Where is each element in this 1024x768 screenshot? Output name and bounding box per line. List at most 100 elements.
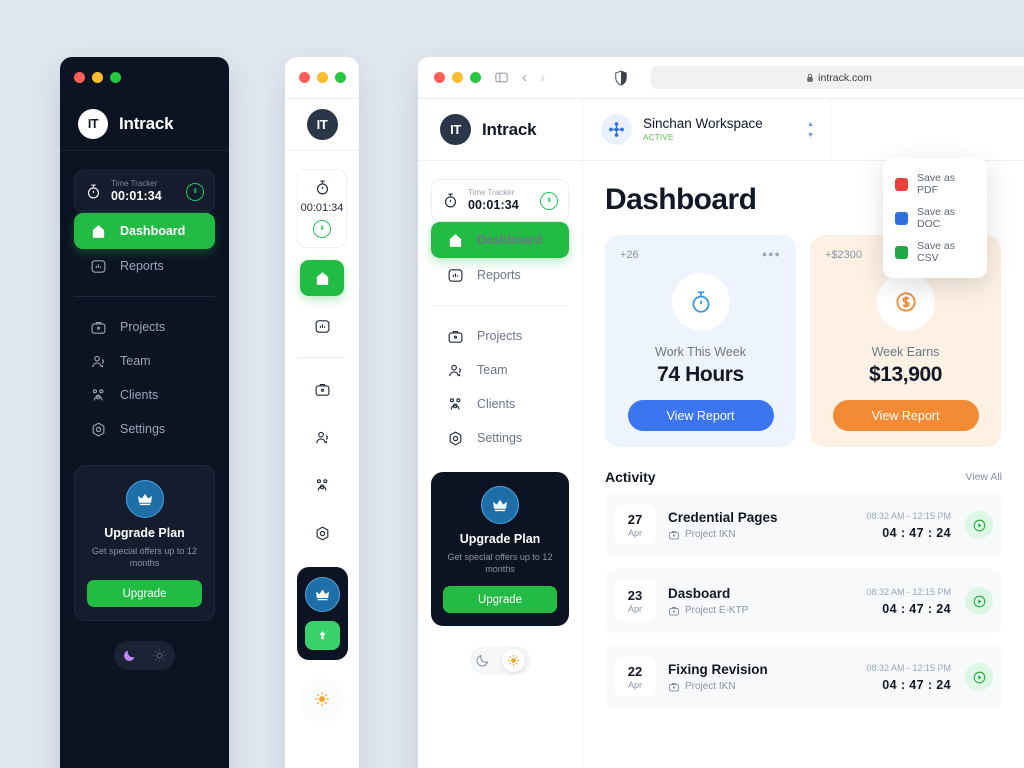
back-button[interactable]: ‹ xyxy=(522,70,527,85)
sun-icon[interactable] xyxy=(152,648,167,663)
rail-upgrade-button[interactable] xyxy=(304,621,340,650)
rail-time-tracker[interactable]: 00:01:34 ΙΙ xyxy=(297,169,347,248)
traffic-lights-rail[interactable] xyxy=(298,72,346,83)
rail-item-team[interactable] xyxy=(300,419,344,455)
time-tracker-widget[interactable]: Time Tracker 00:01:34 ΙΙ xyxy=(74,170,215,213)
table-row[interactable]: 23 Apr Dasboard Project E-KTP 08:32 AM -… xyxy=(605,569,1002,633)
tracker-text: Time Tracker 00:01:34 xyxy=(111,179,177,203)
theme-toggle-dark[interactable] xyxy=(114,641,175,671)
menu-label-pdf: Save as PDF xyxy=(917,172,955,196)
menu-item-save-csv[interactable]: Save as CSV xyxy=(883,235,987,269)
play-circle-icon[interactable] xyxy=(965,663,993,691)
sidebar-item-dashboard-browser[interactable]: Dashboard xyxy=(431,222,569,258)
reports-icon xyxy=(91,259,106,273)
workspace-status: ACTIVE xyxy=(643,133,674,143)
table-row[interactable]: 27 Apr Credential Pages Project IKN 08:3… xyxy=(605,493,1002,557)
clients-icon xyxy=(449,397,461,410)
upgrade-button-browser[interactable]: Upgrade xyxy=(443,586,557,614)
activity-project: Project E-KTP xyxy=(668,605,866,617)
rail-theme-toggle[interactable] xyxy=(303,680,341,718)
card-value: $13,900 xyxy=(868,363,943,386)
close-light-icon[interactable] xyxy=(298,72,310,83)
more-dots-icon[interactable]: ●●● xyxy=(762,249,781,259)
sidebar-toggle-icon[interactable] xyxy=(494,70,509,85)
crown-badge xyxy=(125,480,164,518)
app-brand-name: Intrack xyxy=(119,114,174,133)
stepper-down-icon[interactable]: ▼ xyxy=(807,132,814,139)
sidebar-item-clients[interactable]: Clients xyxy=(74,378,215,412)
export-menu[interactable]: Save as PDF Save as DOC Save as CSV xyxy=(883,158,987,278)
menu-item-save-doc[interactable]: Save as DOC xyxy=(883,201,987,235)
sun-icon[interactable] xyxy=(314,691,330,707)
table-row[interactable]: 22 Apr Fixing Revision Project IKN 08:32… xyxy=(605,645,1002,709)
activity-duration: 04 : 47 : 24 xyxy=(882,525,951,540)
close-light-icon[interactable] xyxy=(74,72,85,83)
app-top-bar: IT Intrack Sinchan Workspace ACTIVE ▲ ▼ xyxy=(418,99,1024,161)
stepper-up-icon[interactable]: ▲ xyxy=(807,121,814,128)
zoom-light-icon[interactable] xyxy=(110,72,121,83)
sidebar-item-dashboard[interactable]: Dashboard xyxy=(74,213,215,249)
moon-icon[interactable] xyxy=(475,653,490,668)
minimize-light-icon[interactable] xyxy=(92,72,103,83)
sidebar-item-projects[interactable]: Projects xyxy=(74,310,215,344)
view-report-button-earns[interactable]: View Report xyxy=(832,400,979,431)
url-bar[interactable]: intrack.com xyxy=(651,66,1024,89)
traffic-lights[interactable] xyxy=(74,72,121,83)
pdf-file-icon xyxy=(895,177,908,191)
upgrade-button[interactable]: Upgrade xyxy=(87,580,202,608)
time-tracker-widget-browser[interactable]: Time Tracker 00:01:34 ΙΙ xyxy=(431,179,569,222)
sidebar-item-reports-browser[interactable]: Reports xyxy=(431,258,569,292)
menu-item-save-pdf[interactable]: Save as PDF xyxy=(883,167,987,201)
play-circle-icon[interactable] xyxy=(965,587,993,615)
sidebar-item-reports[interactable]: Reports xyxy=(74,249,215,283)
shield-icon[interactable] xyxy=(614,69,628,86)
zoom-light-icon[interactable] xyxy=(334,72,346,83)
activity-title: Activity xyxy=(605,469,656,485)
upgrade-subtitle-browser: Get special offers up to 12 months xyxy=(447,552,553,575)
activity-project: Project IKN xyxy=(668,681,866,693)
sidebar-item-team[interactable]: Team xyxy=(74,344,215,378)
tracker-pause-button-browser[interactable]: ΙΙ xyxy=(540,191,558,210)
view-all-link[interactable]: View All xyxy=(965,471,1002,483)
sun-toggle-active[interactable] xyxy=(501,649,525,673)
theme-toggle-browser[interactable] xyxy=(469,646,531,676)
gear-hex-icon xyxy=(92,421,105,437)
moon-icon[interactable] xyxy=(122,648,137,663)
minimize-light-icon[interactable] xyxy=(452,72,463,83)
stepper-icon[interactable]: ▲ ▼ xyxy=(807,121,814,139)
traffic-lights-browser[interactable] xyxy=(434,72,481,83)
sidebar-item-projects-browser[interactable]: Projects xyxy=(431,319,569,353)
sidebar-label-clients-browser: Clients xyxy=(477,397,516,411)
dots-cluster-icon xyxy=(609,122,624,137)
forward-button[interactable]: › xyxy=(540,70,545,85)
upgrade-plan-card-browser: Upgrade Plan Get special offers up to 12… xyxy=(431,472,569,627)
rail-item-dashboard[interactable] xyxy=(300,260,344,296)
zoom-light-icon[interactable] xyxy=(470,72,481,83)
home-icon xyxy=(449,233,462,247)
minimize-light-icon[interactable] xyxy=(316,72,328,83)
workspace-switcher[interactable]: Sinchan Workspace ACTIVE ▲ ▼ xyxy=(583,99,831,160)
rail-item-reports[interactable] xyxy=(300,308,344,344)
rail-item-settings[interactable] xyxy=(300,515,344,551)
activity-times: 08:32 AM - 12:15 PM 04 : 47 : 24 xyxy=(866,511,965,540)
app-brand-browser: IT Intrack xyxy=(418,99,583,160)
sidebar-item-team-browser[interactable]: Team xyxy=(431,353,569,387)
play-icon xyxy=(973,671,985,683)
rail-pause-button[interactable]: ΙΙ xyxy=(313,220,331,238)
app-brand-name-browser: Intrack xyxy=(482,119,537,139)
activity-month: Apr xyxy=(627,680,642,690)
stopwatch-icon xyxy=(87,184,100,199)
tracker-value: 00:01:34 xyxy=(111,188,162,203)
rail-item-projects[interactable] xyxy=(300,371,344,407)
rail-brand: IT xyxy=(285,98,359,151)
tracker-pause-button[interactable]: ΙΙ xyxy=(186,182,204,201)
menu-label-doc: Save as DOC xyxy=(917,206,955,230)
sidebar-item-clients-browser[interactable]: Clients xyxy=(431,387,569,421)
play-circle-icon[interactable] xyxy=(965,511,993,539)
sidebar-item-settings-browser[interactable]: Settings xyxy=(431,421,569,455)
view-report-button-work[interactable]: View Report xyxy=(627,400,774,431)
home-icon xyxy=(316,271,328,285)
rail-item-clients[interactable] xyxy=(300,467,344,503)
close-light-icon[interactable] xyxy=(434,72,445,83)
sidebar-item-settings[interactable]: Settings xyxy=(74,412,215,446)
